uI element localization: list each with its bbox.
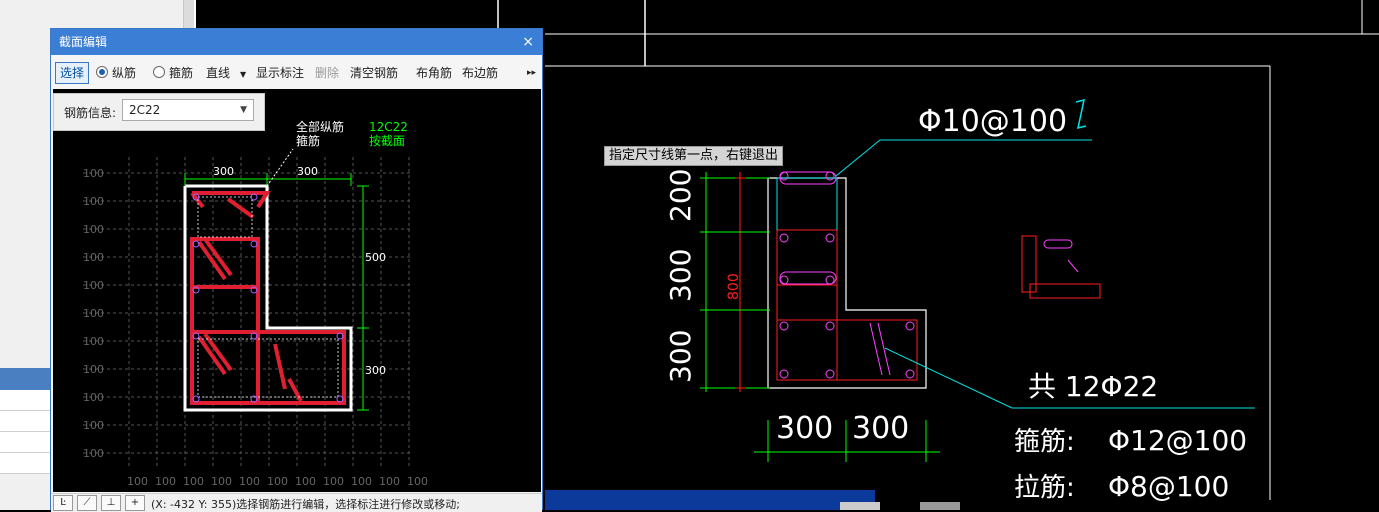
annotation-by-section: 按截面: [369, 134, 405, 148]
grid-label: 100: [83, 363, 104, 376]
grid-label: 100: [83, 251, 104, 264]
polar-icon[interactable]: ⟋: [77, 495, 97, 511]
section-drawing: 300 300 500 300 全部纵筋 箍筋 12C22 按截面 100 100…: [83, 119, 428, 488]
dim-top-right: 300: [297, 165, 318, 178]
cad-tie-value: Φ8@100: [1108, 470, 1229, 503]
cad-dim-bottom-2: 300: [852, 411, 909, 446]
rebar-info-label: 钢筋信息:: [64, 106, 117, 120]
cad-dim-bottom-1: 300: [776, 411, 833, 446]
dim-top-left: 300: [213, 165, 234, 178]
cad-stirrup-value: Φ12@100: [1108, 424, 1247, 457]
radio-checked-icon: [96, 66, 108, 78]
grid-label: 100: [83, 391, 104, 404]
grid-label: 100: [83, 307, 104, 320]
dim-right-bottom: 300: [365, 364, 386, 377]
cad-dim-total: 800: [726, 273, 742, 300]
rebar-dot: [905, 369, 915, 379]
cad-tie-label: 拉筋:: [1014, 473, 1075, 503]
grid-label: 100: [407, 475, 428, 488]
command-tooltip: 指定尺寸线第一点，右键退出: [604, 146, 784, 166]
grid-snap-icon[interactable]: +: [125, 495, 145, 511]
cad-top-rebar: Φ10@100: [918, 104, 1067, 139]
stirrup: [776, 319, 918, 381]
cad-stirrup-label: 箍筋:: [1014, 427, 1075, 457]
longitudinal-label: 纵筋: [112, 66, 137, 80]
annotation-stirrup: 箍筋: [296, 133, 320, 148]
chevron-down-icon: ▼: [240, 105, 247, 115]
radio-unchecked-icon: [153, 66, 165, 78]
grid-label: 100: [83, 335, 104, 348]
grid-label: 100: [155, 475, 176, 488]
clear-rebar-button[interactable]: 清空钢筋: [350, 63, 398, 83]
grid-label: 100: [239, 475, 260, 488]
rebar-dot: [825, 171, 835, 181]
annotation-spec: 12C22: [369, 120, 408, 134]
rebar-dot: [779, 171, 789, 181]
grid-label: 100: [183, 475, 204, 488]
grid-label: 100: [379, 475, 400, 488]
dialog-title-bar[interactable]: 截面编辑 ×: [51, 29, 542, 55]
cad-dim-left-1: 200: [664, 169, 697, 222]
select-button[interactable]: 选择: [55, 62, 90, 84]
rebar-info-panel: 钢筋信息: 2C22 ▼: [53, 93, 265, 131]
cad-dim-left-2: 300: [664, 249, 697, 302]
grid-label: 100: [83, 447, 104, 460]
delete-button[interactable]: 删除: [315, 63, 339, 83]
cad-dim-left-3: 300: [664, 330, 697, 383]
status-bar: Ŀ ⟋ ⊥ + (X: -432 Y: 355)选择钢筋进行编辑，选择标注进行修…: [51, 493, 542, 512]
rebar-dot: [825, 233, 835, 243]
dim-right-top: 500: [365, 251, 386, 264]
snap-icon[interactable]: Ŀ: [53, 495, 73, 511]
grid-label: 100: [267, 475, 288, 488]
line-mode-dropdown[interactable]: 直线 ▼: [206, 63, 246, 83]
corner-rebar-button[interactable]: 布角筋: [416, 63, 452, 83]
grid-label: 100: [83, 167, 104, 180]
rebar-dot: [825, 275, 835, 285]
section-outline: [183, 184, 353, 412]
close-button[interactable]: ×: [522, 29, 534, 55]
stirrup: [776, 229, 838, 381]
chevron-down-icon: ▼: [240, 70, 247, 79]
rebar-dot: [779, 369, 789, 379]
stirrup: [190, 330, 346, 405]
show-dim-button[interactable]: 显示标注: [256, 63, 304, 83]
grid-label: 100: [83, 419, 104, 432]
longitudinal-radio[interactable]: 纵筋: [96, 63, 136, 83]
rebar-dot: [825, 321, 835, 331]
rebar-dot: [779, 233, 789, 243]
ortho-icon[interactable]: ⊥: [101, 495, 121, 511]
rebar-dot: [779, 321, 789, 331]
rebar-info-value: 2C22: [129, 103, 161, 117]
cad-total-rebar: 共 12Φ22: [1028, 370, 1158, 403]
grid-label: 100: [295, 475, 316, 488]
grid-label: 100: [127, 475, 148, 488]
line-mode-label: 直线: [206, 66, 231, 80]
grid-label: 100: [351, 475, 372, 488]
grid-label: 100: [83, 195, 104, 208]
rebar-dot: [905, 321, 915, 331]
more-icon[interactable]: ▸▸: [527, 63, 536, 83]
grid-label: 100: [323, 475, 344, 488]
grid-label: 100: [211, 475, 232, 488]
stirrup-radio[interactable]: 箍筋: [153, 63, 193, 83]
rebar-info-select[interactable]: 2C22 ▼: [122, 99, 254, 121]
stirrup-label: 箍筋: [169, 66, 194, 80]
tie: [779, 271, 837, 285]
dialog-title: 截面编辑: [59, 35, 108, 49]
rebar-dot: [825, 369, 835, 379]
grid-label: 100: [83, 279, 104, 292]
annotation-all-longitudinal: 全部纵筋: [296, 119, 344, 134]
section-edit-dialog: 截面编辑 × 选择 纵筋 箍筋 直线 ▼ 显示标注 删除 清空钢筋 布角筋 布边筋…: [50, 28, 543, 512]
section-canvas[interactable]: 300 300 500 300 全部纵筋 箍筋 12C22 按截面 100 100…: [53, 89, 541, 492]
edge-rebar-button[interactable]: 布边筋: [462, 63, 498, 83]
rebar-dot: [779, 275, 789, 285]
toolbar: 选择 纵筋 箍筋 直线 ▼ 显示标注 删除 清空钢筋 布角筋 布边筋 ▸▸: [51, 59, 542, 87]
grid-label: 100: [83, 223, 104, 236]
